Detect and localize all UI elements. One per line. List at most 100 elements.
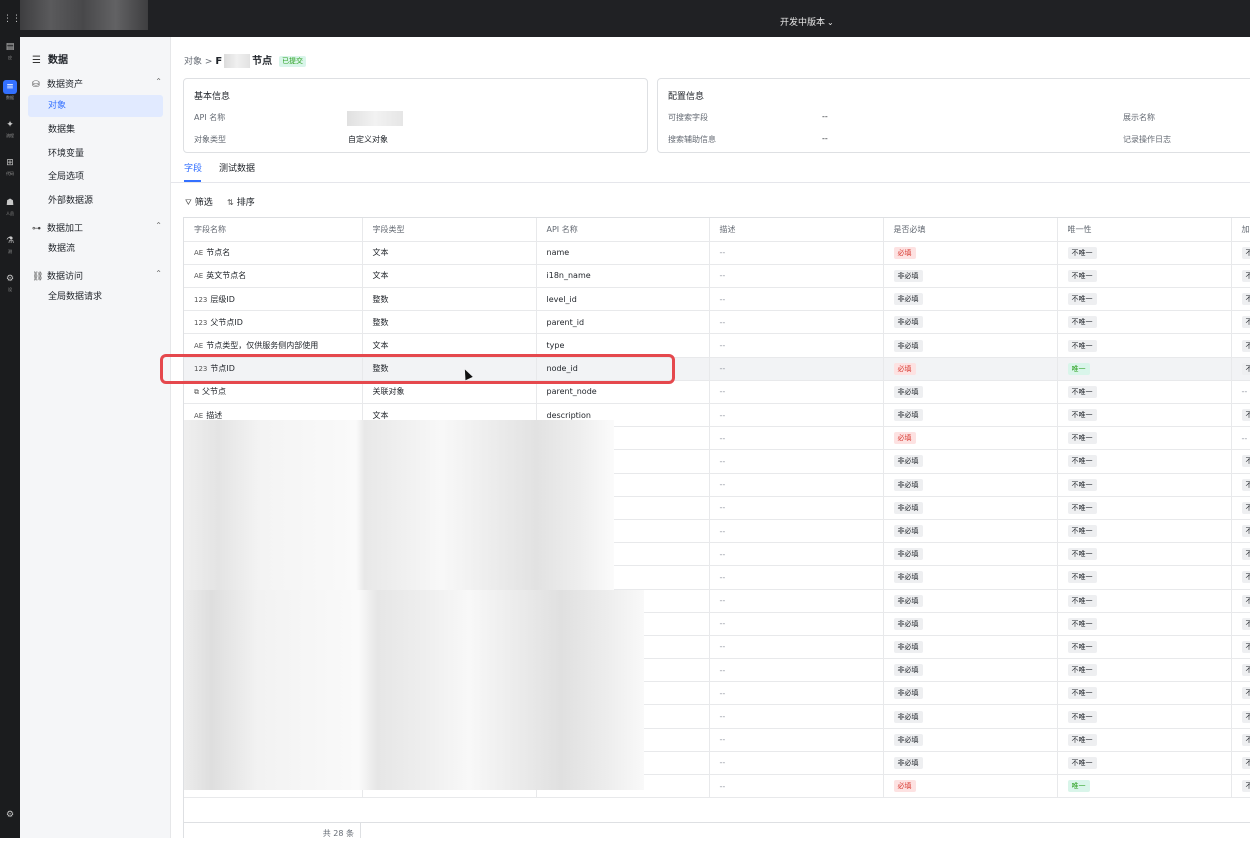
description-cell: -- (709, 380, 884, 405)
encrypt-badge: 不加 (1241, 409, 1250, 422)
test-icon[interactable]: ⚗ (3, 234, 17, 248)
sidebar-item-external-sources[interactable]: 外部数据源 (28, 190, 163, 212)
sidebar-item-objects[interactable]: 对象 (28, 95, 163, 117)
encrypt-badge: 不加 (1241, 455, 1250, 468)
sidebar-group-processing[interactable]: ⊶ 数据加工 ⌃ (32, 221, 162, 234)
required-cell: 必填 (883, 241, 1058, 265)
col-field-type: 字段类型 (362, 218, 537, 242)
unique-badge: 不唯一 (1067, 548, 1097, 561)
rail-label: 代码 (6, 171, 14, 176)
sidebar-item-datasets[interactable]: 数据集 (28, 119, 163, 141)
description-cell: -- (709, 310, 884, 335)
encrypt-badge: 不加 (1241, 269, 1250, 282)
table-row[interactable]: AE节点名文本name-- 必填 不唯一 不加 (184, 241, 1250, 265)
tab-divider (171, 182, 1250, 183)
breadcrumb-root[interactable]: 对象 (184, 57, 202, 67)
unique-cell: 不唯一 (1057, 542, 1232, 567)
col-field-name: 字段名称 (184, 218, 363, 242)
sidebar-group-assets[interactable]: ⛁ 数据资产 ⌃ (32, 77, 162, 90)
description-cell: -- (709, 704, 884, 729)
required-cell: 非必填 (883, 728, 1058, 752)
sidebar-group-access[interactable]: ⛓ 数据访问 ⌃ (32, 269, 162, 282)
field-type-icon: AE (194, 272, 204, 281)
tab-fields[interactable]: 字段 (184, 161, 202, 174)
rail-label: 测 (8, 249, 12, 254)
required-cell: 非必填 (883, 380, 1058, 405)
encrypt-badge: 不加 (1241, 293, 1250, 306)
unique-cell: 不唯一 (1057, 403, 1232, 428)
rail-label: 设 (8, 287, 12, 292)
unique-cell: 不唯一 (1057, 658, 1232, 683)
required-badge: 非必填 (893, 548, 923, 561)
app-icon[interactable]: ▤ (3, 40, 17, 54)
version-switcher[interactable]: 开发中版本 ⌄ (780, 15, 834, 28)
unique-cell: 不唯一 (1057, 241, 1232, 265)
code-icon[interactable]: ⊞ (3, 156, 17, 170)
description-cell: -- (709, 449, 884, 474)
card-title: 基本信息 (194, 92, 231, 102)
required-cell: 非必填 (883, 681, 1058, 706)
table-row[interactable]: 123层级ID整数level_id-- 非必填 不唯一 不加 (184, 287, 1250, 312)
grid-icon[interactable]: ⋮⋮ (3, 12, 21, 26)
filter-icon: ⛛ (185, 198, 192, 207)
required-cell: 非必填 (883, 333, 1058, 358)
unique-cell: 不唯一 (1057, 681, 1232, 706)
search-aux-label: 搜索辅助信息 (668, 135, 716, 144)
unique-badge: 不唯一 (1067, 710, 1097, 723)
unique-badge: 不唯一 (1067, 571, 1097, 584)
unique-cell: 不唯一 (1057, 751, 1232, 776)
encrypt-badge: 不加 (1241, 478, 1250, 491)
flow-icon[interactable]: ✦ (3, 118, 17, 132)
sort-button[interactable]: ⇅ 排序 (227, 195, 255, 208)
sidebar-item-global-options[interactable]: 全局选项 (28, 166, 163, 188)
description-cell: -- (709, 264, 884, 289)
sidebar-item-dataflow[interactable]: 数据流 (28, 238, 163, 260)
unique-cell: 不唯一 (1057, 704, 1232, 729)
required-cell: 非必填 (883, 565, 1058, 590)
required-cell: 非必填 (883, 751, 1058, 776)
status-badge: 已提交 (279, 56, 307, 67)
redacted-logo (18, 0, 148, 30)
description-cell: -- (709, 473, 884, 497)
sidebar-item-env-vars[interactable]: 环境变量 (28, 143, 163, 165)
required-cell: 必填 (883, 426, 1058, 451)
required-cell: 必填 (883, 774, 1058, 799)
encrypt-badge: 不加 (1241, 316, 1250, 329)
tab-test-data[interactable]: 测试数据 (219, 161, 255, 174)
version-label: 开发中版本 (780, 18, 826, 28)
unique-badge: 不唯一 (1067, 432, 1097, 445)
description-cell: -- (709, 496, 884, 520)
sidebar-item-global-requests[interactable]: 全局数据请求 (28, 286, 163, 308)
setting-icon[interactable]: ⚙ (3, 272, 17, 286)
link-icon: ⛓ (32, 272, 44, 282)
field-type-icon: AE (194, 342, 204, 351)
field-name-cell: AE 节点名 (184, 241, 363, 265)
unique-cell: 不唯一 (1057, 426, 1232, 451)
encrypt-cell: 不加 (1231, 728, 1250, 752)
filter-button[interactable]: ⛛ 筛选 (185, 195, 213, 208)
unique-badge: 唯一 (1067, 362, 1090, 375)
bottom-strip (0, 838, 1250, 859)
unique-cell: 唯一 (1057, 357, 1232, 381)
description-cell: -- (709, 728, 884, 752)
page-title: F 节点 (215, 54, 273, 68)
required-badge: 非必填 (893, 640, 923, 653)
api-name-cell: parent_id (536, 310, 710, 335)
table-row[interactable]: 123父节点ID整数parent_id-- 非必填 不唯一 不加 (184, 310, 1250, 335)
description-cell: -- (709, 681, 884, 706)
settings-gear-icon[interactable]: ⚙ (3, 808, 17, 822)
people-icon[interactable]: ☗ (3, 196, 17, 210)
encrypt-badge: 不加 (1241, 548, 1250, 561)
data-icon[interactable]: ≡ (3, 80, 17, 94)
required-badge: 非必填 (893, 455, 923, 468)
required-cell: 非必填 (883, 449, 1058, 474)
unique-badge: 不唯一 (1067, 640, 1097, 653)
table-row[interactable]: AE英文节点名文本i18n_name-- 非必填 不唯一 不加 (184, 264, 1250, 289)
description-cell: -- (709, 751, 884, 776)
encrypt-cell: 不加 (1231, 496, 1250, 520)
encrypt-cell: 不加 (1231, 589, 1250, 613)
sidebar-title: ☰ 数据 (32, 55, 68, 66)
col-description: 描述 (709, 218, 884, 242)
chevron-up-icon: ⌃ (155, 221, 162, 230)
redacted-region (184, 420, 614, 590)
